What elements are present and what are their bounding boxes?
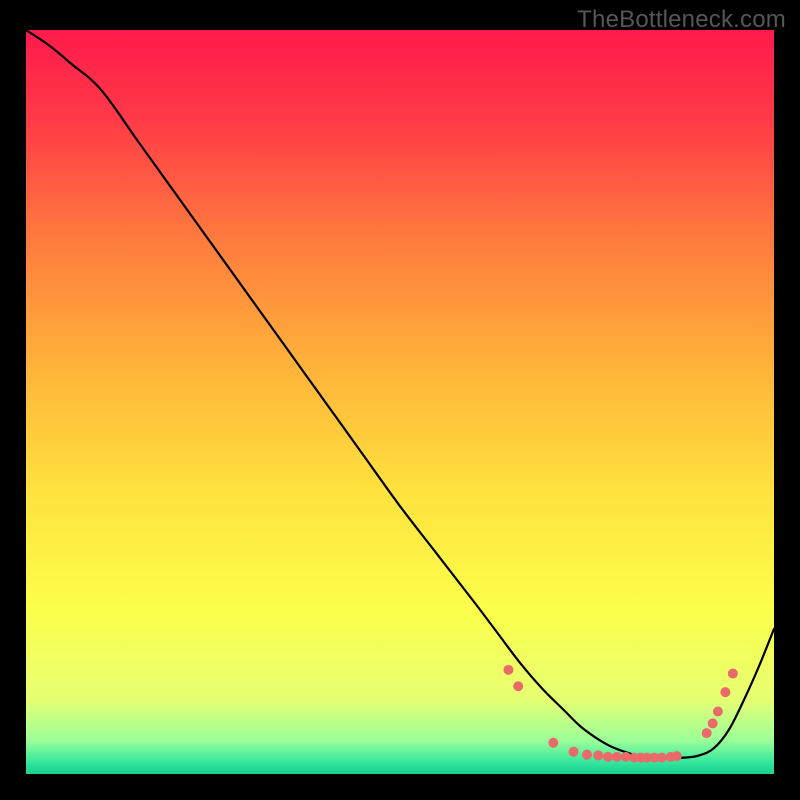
data-dot — [582, 750, 592, 760]
data-dot — [657, 753, 667, 763]
data-dot — [720, 687, 730, 697]
data-dot — [728, 669, 738, 679]
data-dot — [672, 751, 682, 761]
chart-plot — [26, 30, 774, 774]
chart-svg — [26, 30, 774, 774]
data-dot — [612, 752, 622, 762]
data-dot — [603, 752, 613, 762]
data-dot — [713, 707, 723, 717]
data-dot — [702, 728, 712, 738]
data-dot — [548, 738, 558, 748]
data-dot — [708, 718, 718, 728]
chart-container: TheBottleneck.com — [0, 0, 800, 800]
data-dot — [569, 747, 579, 757]
data-dot — [593, 750, 603, 760]
data-dot — [513, 681, 523, 691]
data-dot — [503, 665, 513, 675]
